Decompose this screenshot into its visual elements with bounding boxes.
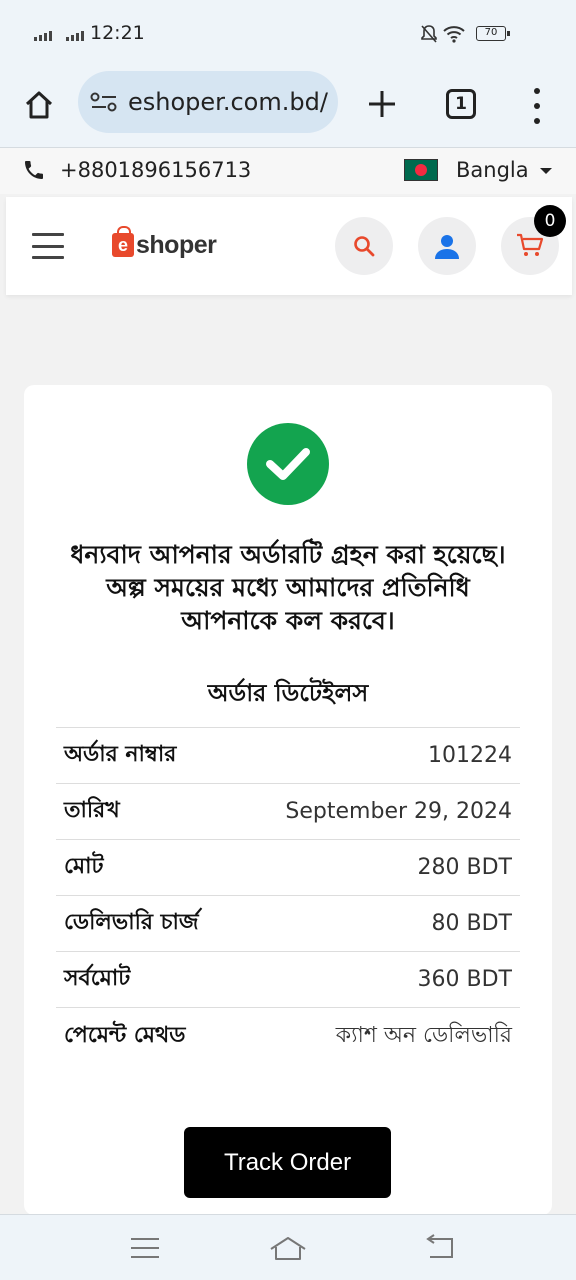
- row-value: 101224: [428, 743, 512, 768]
- browser-toolbar: eshoper.com.bd/c 1: [0, 66, 576, 148]
- row-label: সর্বমোট: [64, 966, 131, 991]
- row-label: পেমেন্ট মেথড: [64, 1022, 186, 1048]
- more-vert-icon[interactable]: [526, 86, 548, 126]
- signal-icon: [34, 27, 52, 41]
- row-label: অর্ডার নাম্বার: [64, 742, 177, 767]
- user-icon: [435, 235, 459, 259]
- cart-count-badge: 0: [534, 205, 566, 237]
- status-time: 12:21: [90, 22, 145, 44]
- order-details-table: অর্ডার নাম্বার 101224 তারিখ September 29…: [56, 727, 520, 1064]
- site-logo[interactable]: e shoper: [112, 226, 217, 263]
- site-settings-icon[interactable]: [90, 90, 118, 114]
- battery-icon: 70: [476, 26, 510, 41]
- signal-icon: [66, 27, 84, 41]
- search-icon: [354, 236, 375, 257]
- system-nav-bar: [0, 1214, 576, 1280]
- recent-apps-icon[interactable]: [127, 1233, 163, 1263]
- table-row: অর্ডার নাম্বার 101224: [56, 728, 520, 784]
- row-label: তারিখ: [64, 798, 120, 823]
- row-value: 80 BDT: [431, 911, 512, 936]
- logo-text: shoper: [136, 230, 217, 259]
- plus-icon[interactable]: [362, 84, 402, 124]
- table-row: সর্বমোট 360 BDT: [56, 952, 520, 1008]
- row-label: মোট: [64, 854, 104, 879]
- thanks-message: ধন্যবাদ আপনার অর্ডারটি গ্রহন করা হয়েছে।…: [70, 540, 506, 635]
- row-value: 280 BDT: [417, 855, 512, 880]
- chevron-down-icon[interactable]: [540, 168, 552, 174]
- status-bar: 12:21 70: [0, 0, 576, 66]
- order-details-title: অর্ডার ডিটেইলস: [207, 679, 369, 707]
- order-confirmation-card: ধন্যবাদ আপনার অর্ডারটি গ্রহন করা হয়েছে।…: [24, 385, 552, 1215]
- mute-icon: [421, 25, 437, 43]
- table-row: ডেলিভারি চার্জ 80 BDT: [56, 896, 520, 952]
- cart-icon: [517, 233, 544, 256]
- account-button[interactable]: [418, 217, 476, 275]
- table-row: তারিখ September 29, 2024: [56, 784, 520, 840]
- row-value: 360 BDT: [417, 967, 512, 992]
- table-row: পেমেন্ট মেথড ক্যাশ অন ডেলিভারি: [56, 1008, 520, 1064]
- track-order-button[interactable]: Track Order: [184, 1127, 391, 1198]
- row-value: ক্যাশ অন ডেলিভারি: [335, 1022, 512, 1048]
- success-check-icon: [247, 423, 329, 505]
- row-value: September 29, 2024: [285, 799, 512, 824]
- home-icon: [25, 91, 53, 119]
- phone-number[interactable]: +8801896156713: [60, 158, 251, 182]
- contact-strip: +8801896156713 Bangla: [0, 148, 576, 194]
- hamburger-menu-icon[interactable]: [32, 233, 64, 259]
- search-button[interactable]: [335, 217, 393, 275]
- url-bar[interactable]: eshoper.com.bd/c: [78, 71, 338, 133]
- logo-bag-icon: e: [112, 226, 134, 257]
- row-label: ডেলিভারি চার্জ: [64, 910, 199, 935]
- home-button[interactable]: [18, 84, 60, 126]
- tabs-icon[interactable]: 1: [446, 89, 476, 119]
- language-select[interactable]: Bangla: [456, 158, 529, 182]
- home-nav-icon[interactable]: [268, 1233, 308, 1263]
- phone-icon: [25, 161, 43, 179]
- wifi-icon: [443, 26, 465, 43]
- bangladesh-flag-icon: [404, 159, 438, 181]
- site-header: e shoper 0: [6, 197, 572, 295]
- url-text[interactable]: eshoper.com.bd/c: [128, 88, 328, 116]
- back-icon[interactable]: [422, 1233, 458, 1263]
- table-row: মোট 280 BDT: [56, 840, 520, 896]
